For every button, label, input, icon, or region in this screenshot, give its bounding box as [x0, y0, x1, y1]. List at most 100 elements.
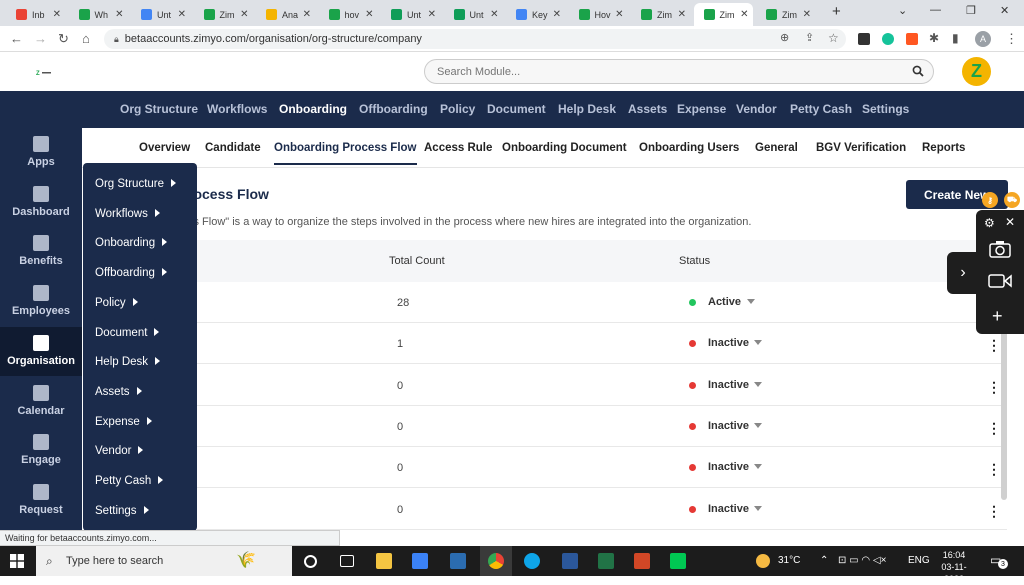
browser-tab[interactable]: Zim ✕ [631, 3, 690, 26]
sidebar-item[interactable]: Engage [0, 426, 82, 475]
video-record-icon[interactable] [988, 273, 1012, 289]
powerpoint-icon[interactable] [634, 553, 650, 569]
new-tab-button[interactable]: + [832, 3, 841, 20]
search-icon[interactable] [912, 65, 924, 77]
browser-tab[interactable]: Zim ✕ [194, 3, 253, 26]
topnav-item[interactable]: Settings [862, 102, 909, 116]
status-caret-icon[interactable] [754, 422, 762, 428]
sidebar-item[interactable]: Organisation [0, 326, 82, 376]
tab-close-icon[interactable]: ✕ [553, 9, 561, 20]
status-dropdown[interactable]: Inactive [708, 379, 749, 391]
status-caret-icon[interactable] [754, 340, 762, 346]
flyout-menu-item[interactable]: Help Desk [95, 356, 161, 368]
tray-icons[interactable]: ⊡ ▭ ◠ ◁× [838, 555, 886, 566]
browser-tab[interactable]: Key ✕ [506, 3, 565, 26]
taskbar-search-input[interactable]: ⌕ Type here to search 🌾 [36, 546, 292, 576]
flyout-menu-item[interactable]: Expense [95, 416, 152, 428]
profile-avatar[interactable]: A [975, 31, 991, 47]
extension-m-icon[interactable] [858, 33, 870, 45]
topnav-item[interactable]: Org Structure [120, 102, 198, 116]
subtab-item[interactable]: Reports [922, 142, 965, 154]
topnav-item[interactable]: Document [487, 102, 546, 116]
temperature-text[interactable]: 31°C [778, 555, 800, 566]
widget-close-icon[interactable]: ✕ [1005, 215, 1015, 229]
minimize-button[interactable]: — [930, 4, 941, 16]
status-caret-icon[interactable] [754, 464, 762, 470]
browser-tab[interactable]: Unt ✕ [381, 3, 440, 26]
home-icon[interactable]: ⌂ [82, 31, 90, 46]
user-avatar[interactable]: Z [962, 57, 991, 86]
flyout-menu-item[interactable]: Document [95, 327, 160, 339]
subtab-item[interactable]: Onboarding Users [639, 142, 739, 154]
back-icon[interactable]: ← [10, 31, 23, 46]
zoom-icon[interactable]: ⊕ [780, 31, 789, 44]
subtab-item[interactable]: BGV Verification [816, 142, 906, 154]
status-caret-icon[interactable] [754, 381, 762, 387]
tab-close-icon[interactable]: ✕ [678, 9, 686, 20]
flyout-menu-item[interactable]: Assets [95, 386, 142, 398]
reload-icon[interactable]: ↻ [58, 31, 69, 47]
tab-close-icon[interactable]: ✕ [428, 9, 436, 20]
topnav-item[interactable]: Petty Cash [790, 102, 852, 116]
subtab-item[interactable]: Onboarding Document [502, 142, 627, 154]
status-dropdown[interactable]: Inactive [708, 503, 749, 515]
tab-close-icon[interactable]: ✕ [490, 9, 498, 20]
browser-tab[interactable]: Unt ✕ [131, 3, 190, 26]
store-icon[interactable] [412, 553, 428, 569]
tab-close-icon[interactable]: ✕ [803, 9, 811, 20]
widget-expand-chevron-icon[interactable]: › [947, 252, 979, 294]
extension-orange-icon[interactable] [906, 33, 918, 45]
browser-tab[interactable]: Zim ✕ [693, 3, 753, 26]
url-field[interactable]: 🔒︎ betaaccounts.zimyo.com/organisation/o… [104, 29, 846, 49]
status-caret-icon[interactable] [747, 299, 755, 304]
tray-chevron-icon[interactable]: ⌃ [820, 555, 828, 566]
table-row[interactable]: 0 Inactive ⋮ [197, 489, 1007, 530]
tab-close-icon[interactable]: ✕ [178, 9, 186, 20]
row-actions-icon[interactable]: ⋮ [987, 461, 1001, 478]
language-indicator[interactable]: ENG [908, 555, 930, 566]
status-dropdown[interactable]: Inactive [708, 337, 749, 349]
taskbar-clock[interactable]: 16:04 03-11-2022 [934, 549, 974, 585]
table-row[interactable]: 0 Inactive ⋮ [197, 406, 1007, 447]
extensions-puzzle-icon[interactable]: ✱ [929, 31, 939, 45]
status-dropdown[interactable]: Active [708, 296, 741, 308]
task-view-icon[interactable] [340, 555, 354, 567]
zimyo-logo[interactable]: Z [36, 69, 52, 78]
sidepanel-icon[interactable]: ▮ [952, 31, 959, 45]
browser-tab[interactable]: Ana ✕ [256, 3, 315, 26]
tab-close-icon[interactable]: ✕ [740, 9, 748, 20]
word-icon[interactable] [562, 553, 578, 569]
tab-close-icon[interactable]: ✕ [615, 9, 623, 20]
table-row[interactable]: 0 Inactive ⋮ [197, 365, 1007, 406]
subtab-item[interactable]: General [755, 142, 798, 154]
topnav-item[interactable]: Assets [628, 102, 667, 116]
excel-icon[interactable] [598, 553, 614, 569]
row-actions-icon[interactable]: ⋮ [987, 420, 1001, 437]
sidebar-item[interactable]: Request [0, 476, 82, 525]
flyout-menu-item[interactable]: Onboarding [95, 237, 168, 249]
subtab-item[interactable]: Onboarding Process Flow [274, 142, 417, 165]
weather-icon[interactable] [756, 554, 770, 568]
flyout-menu-item[interactable]: Petty Cash [95, 475, 164, 487]
row-actions-icon[interactable]: ⋮ [987, 337, 1001, 354]
sidebar-item[interactable]: Calendar [0, 377, 82, 426]
topnav-item[interactable]: Onboarding [279, 102, 347, 116]
topnav-item[interactable]: Offboarding [359, 102, 428, 116]
edge-icon[interactable] [524, 553, 540, 569]
sidebar-item[interactable]: Apps [0, 128, 82, 177]
sidebar-item[interactable]: Dashboard [0, 178, 82, 227]
flyout-menu-item[interactable]: Policy [95, 297, 138, 309]
topnav-item[interactable]: Expense [677, 102, 726, 116]
mail-icon[interactable] [450, 553, 466, 569]
flyout-menu-item[interactable]: Vendor [95, 445, 144, 457]
subtab-item[interactable]: Overview [139, 142, 190, 154]
app-green-icon[interactable] [670, 553, 686, 569]
browser-tab[interactable]: Wh ✕ [69, 3, 128, 26]
table-row[interactable]: 0 Inactive ⋮ [197, 447, 1007, 489]
restore-button[interactable]: ❐ [966, 4, 976, 17]
flyout-menu-item[interactable]: Org Structure [95, 178, 177, 190]
tab-close-icon[interactable]: ✕ [365, 9, 373, 20]
cortana-icon[interactable] [304, 555, 317, 568]
widget-add-icon[interactable]: + [992, 306, 1003, 327]
status-caret-icon[interactable] [754, 505, 762, 511]
